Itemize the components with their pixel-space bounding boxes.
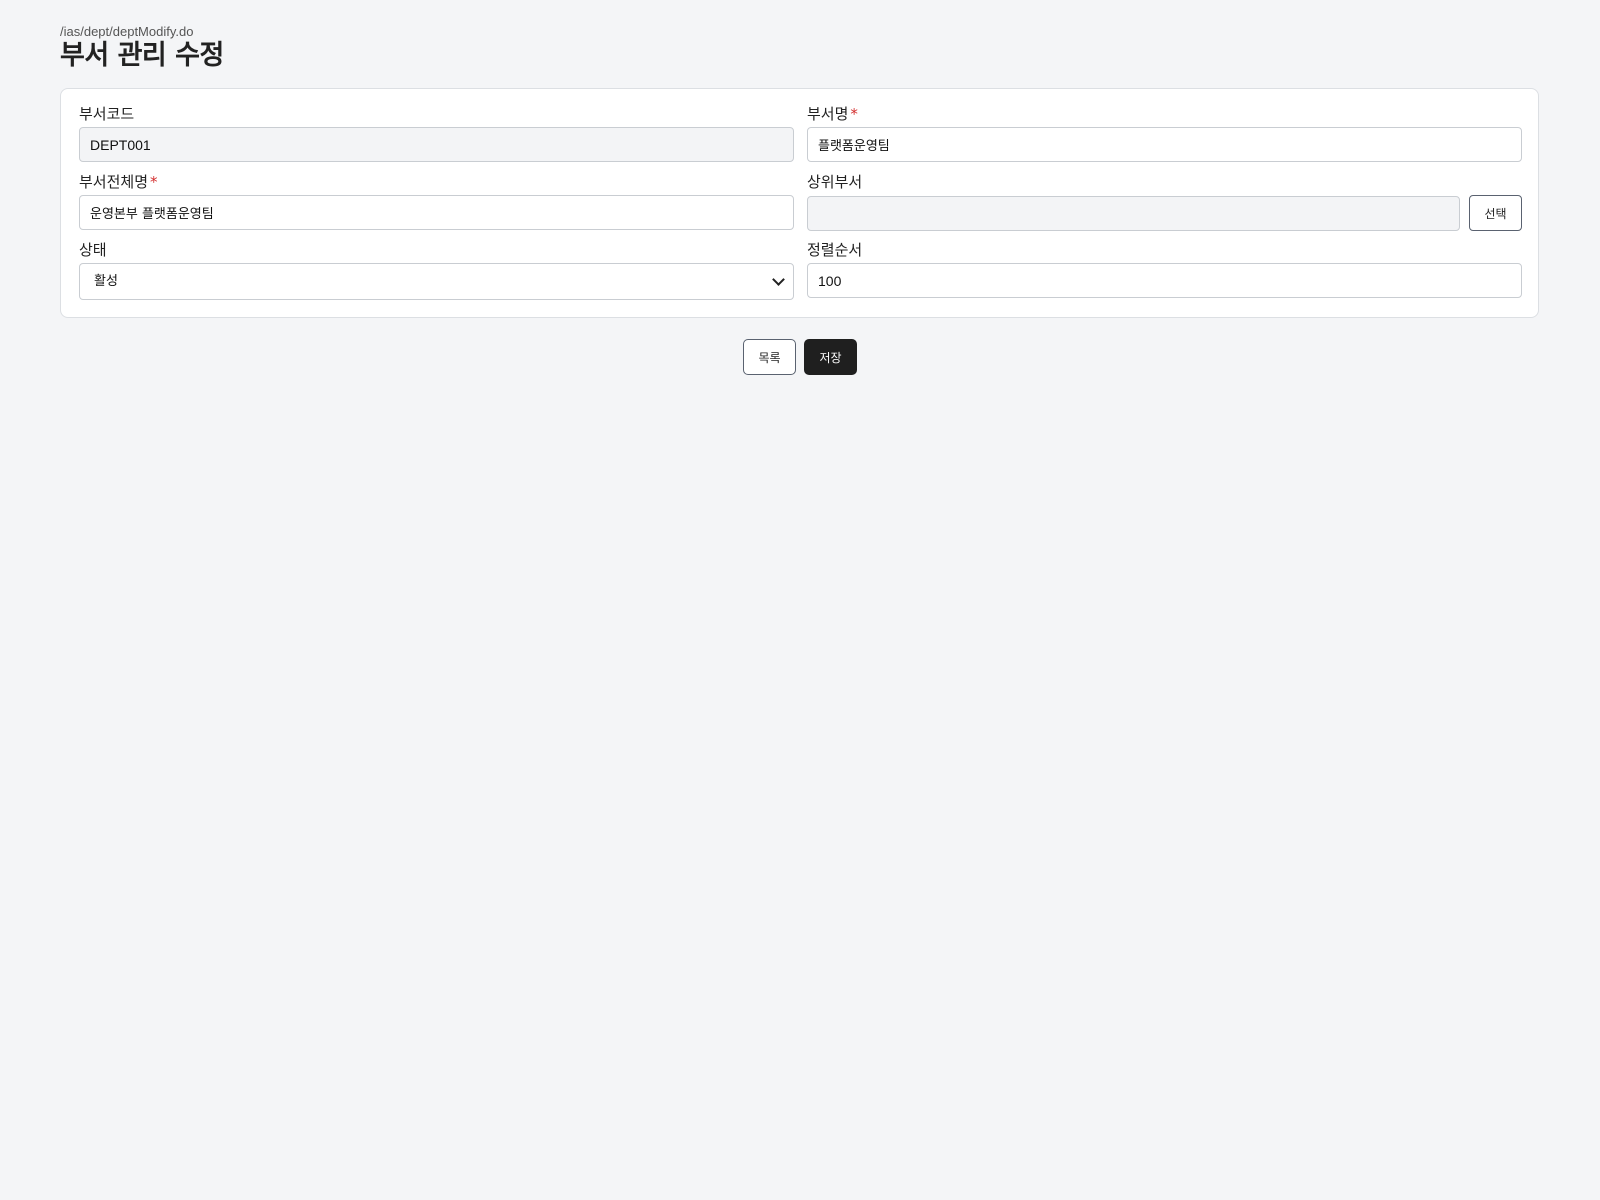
dept-code-label: 부서코드 [79,104,794,124]
page-title: 부서 관리 수정 [60,40,224,71]
page-header: /ias/dept/deptModify.do 부서 관리 수정 [60,24,224,73]
status-select[interactable]: 활성 [79,263,794,300]
save-button[interactable]: 저장 [804,339,857,375]
url-path: /ias/dept/deptModify.do [60,24,194,39]
list-button[interactable]: 목록 [743,339,796,375]
sort-order-label: 정렬순서 [807,240,1522,260]
dept-full-name-label: 부서전체명 * [79,172,794,192]
dept-full-name-input[interactable] [79,195,794,230]
dept-full-name-label-text: 부서전체명 [79,173,149,191]
chevron-down-icon [772,273,785,286]
sort-order-field: 정렬순서 [807,240,1522,298]
parent-dept-row: 선택 [807,195,1522,231]
status-label: 상태 [79,240,794,260]
required-mark: * [150,173,158,191]
form-card: 부서코드 부서명* 부서전체명* 상위부서 선택 상태 활성 [60,88,1539,318]
status-selected-value: 활성 [94,274,118,289]
status-label-text: 상태 [79,241,107,259]
dept-code-label-text: 부서코드 [79,105,135,123]
dept-name-label-text: 부서명 [807,105,849,123]
parent-dept-field: 상위부서 선택 [807,172,1522,231]
dept-name-field: 부서명 * [807,104,1522,162]
status-field: 상태 활성 [79,240,794,300]
dept-code-input[interactable] [79,127,794,162]
parent-dept-input[interactable] [807,196,1460,231]
parent-dept-label: 상위부서 [807,172,1522,192]
sort-order-input[interactable] [807,263,1522,298]
parent-dept-label-text: 상위부서 [807,173,863,191]
dept-name-label: 부서명 * [807,104,1522,124]
required-mark: * [850,105,858,123]
dept-full-name-field: 부서전체명 * [79,172,794,230]
select-parent-dept-button[interactable]: 선택 [1469,195,1522,231]
page: /ias/dept/deptModify.do 부서 관리 수정 부서코드 부서… [0,0,1600,1200]
sort-order-label-text: 정렬순서 [807,241,863,259]
dept-name-input[interactable] [807,127,1522,162]
dept-code-field: 부서코드 [79,104,794,162]
